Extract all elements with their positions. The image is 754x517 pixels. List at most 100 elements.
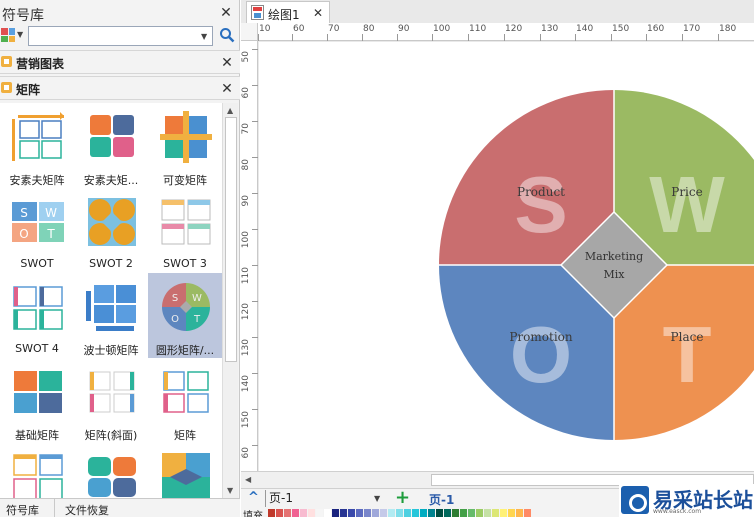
shape-swot[interactable]: S W O T SWOT xyxy=(0,188,74,273)
tab-page-1[interactable]: 页-1 xyxy=(429,491,454,508)
scrollbar-thumb[interactable] xyxy=(225,117,237,362)
color-swatch[interactable] xyxy=(524,509,531,517)
drawing-canvas[interactable]: S W O T Product Price Promotion Place Ma… xyxy=(259,42,754,471)
ruler-tick xyxy=(252,157,258,158)
ruler-tick-label: 70 xyxy=(241,123,251,135)
chevron-down-icon[interactable]: ▼ xyxy=(17,30,23,39)
ruler-tick-label: 110 xyxy=(241,267,251,285)
document-tab[interactable]: 绘图1 ✕ xyxy=(246,1,330,23)
color-swatch[interactable] xyxy=(284,509,291,517)
shape-matrix[interactable]: 矩阵 xyxy=(148,358,222,443)
shape-circular-matrix[interactable]: S W O T 圆形矩阵/... xyxy=(148,273,222,358)
search-icon[interactable] xyxy=(219,27,235,43)
color-swatch[interactable] xyxy=(484,509,491,517)
shape-beveled-matrix[interactable]: 矩阵(斜面) xyxy=(74,358,148,443)
color-swatch[interactable] xyxy=(356,509,363,517)
ruler-tick xyxy=(682,34,683,41)
color-swatch[interactable] xyxy=(396,509,403,517)
shape-ansoff-matrix[interactable]: 安素夫矩阵 xyxy=(0,103,74,188)
shape-matrix-row5-1[interactable] xyxy=(0,443,74,498)
tab-symbol-library[interactable]: 符号库 xyxy=(6,502,39,517)
ruler-tick xyxy=(575,34,576,41)
color-swatch[interactable] xyxy=(324,509,331,517)
color-swatch[interactable] xyxy=(428,509,435,517)
ruler-tick xyxy=(252,121,258,122)
ruler-tick-label: 70 xyxy=(328,24,340,34)
library-category-marketing[interactable]: 营销图表 ✕ xyxy=(0,50,240,74)
ruler-corner xyxy=(241,23,258,41)
shape-swot-3[interactable]: SWOT 3 xyxy=(148,188,222,273)
chevron-down-icon[interactable]: ▼ xyxy=(374,494,380,503)
scroll-down-icon[interactable]: ▼ xyxy=(227,486,233,495)
shape-variable-matrix[interactable]: 可变矩阵 xyxy=(148,103,222,188)
color-swatch[interactable] xyxy=(444,509,451,517)
shape-label: 矩阵(斜面) xyxy=(84,429,138,442)
library-scrollbar[interactable]: ▲ ▼ xyxy=(222,103,238,498)
ruler-tick-label: 110 xyxy=(469,24,487,34)
page-select[interactable]: 页-1 xyxy=(265,490,383,507)
color-swatch[interactable] xyxy=(460,509,467,517)
color-swatch[interactable] xyxy=(420,509,427,517)
search-dropdown-icon[interactable]: ▼ xyxy=(201,32,207,41)
scroll-up-icon[interactable]: ▲ xyxy=(227,106,233,115)
add-page-icon[interactable]: + xyxy=(395,487,410,508)
shape-swot-2[interactable]: SWOT 2 xyxy=(74,188,148,273)
ruler-tick xyxy=(252,301,258,302)
ruler-tick-label: 90 xyxy=(241,195,251,207)
ruler-tick-label: 80 xyxy=(363,24,375,34)
color-swatch[interactable] xyxy=(276,509,283,517)
ruler-tick-label: 100 xyxy=(433,24,451,34)
color-swatch[interactable] xyxy=(340,509,347,517)
color-swatch[interactable] xyxy=(268,509,275,517)
color-swatch[interactable] xyxy=(316,509,323,517)
color-swatch[interactable] xyxy=(388,509,395,517)
tab-file-recovery[interactable]: 文件恢复 xyxy=(65,502,109,517)
color-swatch[interactable] xyxy=(300,509,307,517)
ruler-tick-label: 140 xyxy=(576,24,594,34)
color-swatch[interactable] xyxy=(332,509,339,517)
color-swatch[interactable] xyxy=(348,509,355,517)
color-swatch[interactable] xyxy=(372,509,379,517)
close-library-icon[interactable]: ✕ xyxy=(219,6,233,20)
color-swatch[interactable] xyxy=(380,509,387,517)
color-swatch[interactable] xyxy=(476,509,483,517)
color-swatch[interactable] xyxy=(500,509,507,517)
color-swatch[interactable] xyxy=(436,509,443,517)
close-tab-icon[interactable]: ✕ xyxy=(311,6,325,20)
color-swatch[interactable] xyxy=(468,509,475,517)
library-bottom-tabs: 符号库 文件恢复 xyxy=(0,498,240,517)
variable-matrix-thumbnail xyxy=(160,111,212,163)
shape-matrix-row5-3[interactable] xyxy=(148,443,222,498)
swot-4-thumbnail xyxy=(13,286,63,330)
close-category-icon[interactable]: ✕ xyxy=(220,56,234,70)
shape-ansoff-matrix-2[interactable]: 安素夫矩... xyxy=(74,103,148,188)
svg-text:W: W xyxy=(192,293,202,304)
color-swatch[interactable] xyxy=(292,509,299,517)
color-swatch[interactable] xyxy=(508,509,515,517)
chevron-up-icon[interactable]: ^ xyxy=(248,490,259,505)
close-category-icon[interactable]: ✕ xyxy=(220,82,234,96)
shape-matrix-row5-2[interactable] xyxy=(74,443,148,498)
shape-label: SWOT 2 xyxy=(89,257,133,270)
color-swatch[interactable] xyxy=(452,509,459,517)
document-icon xyxy=(251,5,264,20)
library-search-input[interactable] xyxy=(28,26,213,46)
color-swatch[interactable] xyxy=(492,509,499,517)
shape-label: SWOT xyxy=(20,257,54,270)
color-swatch[interactable] xyxy=(364,509,371,517)
color-swatch[interactable] xyxy=(516,509,523,517)
library-view-icon[interactable] xyxy=(1,28,15,42)
ruler-tick xyxy=(252,229,258,230)
library-category-matrix[interactable]: 矩阵 ✕ xyxy=(0,76,240,100)
ruler-tick xyxy=(258,34,259,41)
shape-basic-matrix[interactable]: 基础矩阵 xyxy=(0,358,74,443)
shape-boston-matrix[interactable]: 波士顿矩阵 xyxy=(74,273,148,358)
scroll-left-icon[interactable]: ◀ xyxy=(245,475,251,484)
shape-swot-4[interactable]: SWOT 4 xyxy=(0,273,74,358)
ruler-tick xyxy=(252,373,258,374)
swot-circle-diagram[interactable]: S W O T Product Price Promotion Place Ma… xyxy=(259,42,754,471)
color-swatch[interactable] xyxy=(404,509,411,517)
color-swatch[interactable] xyxy=(308,509,315,517)
document-tab-label: 绘图1 xyxy=(268,8,300,22)
color-swatch[interactable] xyxy=(412,509,419,517)
